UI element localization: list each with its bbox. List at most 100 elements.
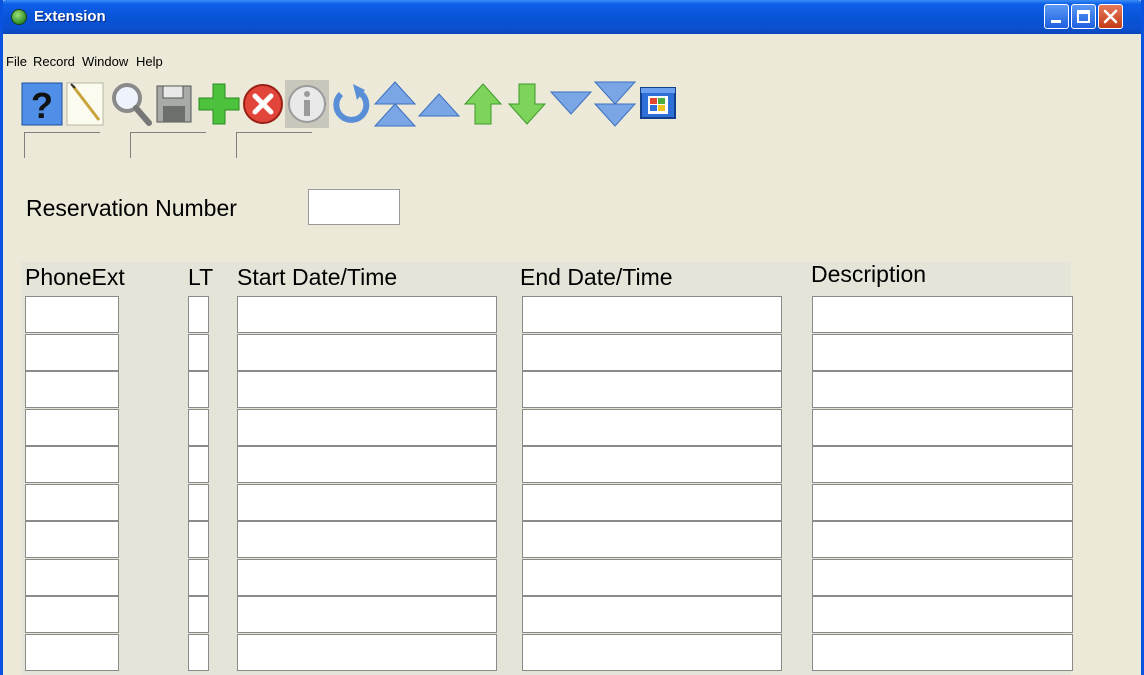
app-globe-icon	[11, 9, 27, 25]
start-datetime-cell[interactable]	[237, 296, 497, 333]
triangle-up-icon	[417, 93, 461, 117]
refresh-icon	[333, 84, 370, 123]
svg-text:?: ?	[31, 85, 53, 126]
phoneext-cell[interactable]	[25, 446, 119, 483]
description-cell[interactable]	[812, 409, 1073, 446]
save-button[interactable]	[153, 80, 197, 128]
first-record-button[interactable]	[373, 80, 417, 128]
help-icon: ?	[21, 82, 63, 126]
lt-cell[interactable]	[188, 446, 209, 483]
lt-cell[interactable]	[188, 296, 209, 333]
info-icon	[285, 80, 329, 128]
next-page-button[interactable]	[549, 80, 593, 128]
start-datetime-cell[interactable]	[237, 409, 497, 446]
end-datetime-cell[interactable]	[522, 371, 782, 408]
menu-help[interactable]: Help	[136, 54, 163, 69]
next-record-button[interactable]	[505, 80, 549, 128]
phoneext-cell[interactable]	[25, 484, 119, 521]
search-icon	[112, 83, 152, 126]
minimize-button[interactable]	[1044, 4, 1069, 29]
info-button[interactable]	[285, 80, 329, 128]
windows-icon	[640, 87, 676, 119]
menu-record[interactable]: Record	[33, 54, 75, 69]
column-header-end-datetime: End Date/Time	[520, 264, 673, 290]
add-button[interactable]	[197, 80, 241, 128]
menu-file[interactable]: File	[6, 54, 27, 69]
search-button[interactable]	[109, 80, 153, 128]
new-button[interactable]	[65, 80, 109, 128]
lt-cell[interactable]	[188, 484, 209, 521]
lt-cell[interactable]	[188, 559, 209, 596]
lt-cell[interactable]	[188, 409, 209, 446]
start-datetime-cell[interactable]	[237, 484, 497, 521]
start-datetime-cell[interactable]	[237, 559, 497, 596]
windows-button[interactable]	[637, 80, 677, 128]
refresh-button[interactable]	[329, 80, 373, 128]
end-datetime-cell[interactable]	[522, 596, 782, 633]
previous-page-button[interactable]	[417, 80, 461, 128]
last-record-button[interactable]	[593, 80, 637, 128]
arrow-down-icon	[507, 83, 547, 125]
plus-icon	[198, 83, 240, 125]
end-datetime-cell[interactable]	[522, 559, 782, 596]
column-header-description: Description	[811, 261, 927, 287]
start-datetime-cell[interactable]	[237, 371, 497, 408]
title-bar[interactable]: Extension	[3, 0, 1141, 34]
double-down-icon	[593, 81, 637, 127]
phoneext-cell[interactable]	[25, 334, 119, 371]
description-cell[interactable]	[812, 521, 1073, 558]
phoneext-cell[interactable]	[25, 596, 119, 633]
delete-icon	[243, 84, 283, 124]
description-cell[interactable]	[812, 296, 1073, 333]
new-document-icon	[66, 82, 104, 126]
menu-window[interactable]: Window	[82, 54, 128, 69]
end-datetime-cell[interactable]	[522, 521, 782, 558]
help-button[interactable]: ?	[21, 80, 65, 128]
arrow-up-icon	[463, 83, 503, 125]
double-up-icon	[373, 81, 417, 127]
previous-record-button[interactable]	[461, 80, 505, 128]
end-datetime-cell[interactable]	[522, 334, 782, 371]
status-panel-1	[24, 132, 100, 158]
minimize-icon	[1051, 20, 1061, 23]
lt-cell[interactable]	[188, 596, 209, 633]
delete-button[interactable]	[241, 80, 285, 128]
description-cell[interactable]	[812, 634, 1073, 671]
reservation-number-label: Reservation Number	[26, 195, 237, 221]
close-button[interactable]	[1098, 4, 1123, 29]
end-datetime-cell[interactable]	[522, 446, 782, 483]
menu-bar: File Record Window Help	[3, 34, 1141, 74]
end-datetime-cell[interactable]	[522, 634, 782, 671]
description-cell[interactable]	[812, 334, 1073, 371]
phoneext-cell[interactable]	[25, 409, 119, 446]
end-datetime-cell[interactable]	[522, 409, 782, 446]
start-datetime-cell[interactable]	[237, 521, 497, 558]
description-cell[interactable]	[812, 559, 1073, 596]
maximize-icon	[1077, 10, 1090, 23]
phoneext-cell[interactable]	[25, 634, 119, 671]
column-header-phoneext: PhoneExt	[25, 264, 125, 290]
end-datetime-cell[interactable]	[522, 484, 782, 521]
lt-cell[interactable]	[188, 521, 209, 558]
description-cell[interactable]	[812, 446, 1073, 483]
phoneext-cell[interactable]	[25, 559, 119, 596]
maximize-button[interactable]	[1071, 4, 1096, 29]
phoneext-cell[interactable]	[25, 371, 119, 408]
start-datetime-cell[interactable]	[237, 446, 497, 483]
lt-cell[interactable]	[188, 334, 209, 371]
start-datetime-cell[interactable]	[237, 334, 497, 371]
description-cell[interactable]	[812, 484, 1073, 521]
close-icon	[1103, 9, 1118, 24]
phoneext-cell[interactable]	[25, 521, 119, 558]
phoneext-cell[interactable]	[25, 296, 119, 333]
start-datetime-cell[interactable]	[237, 596, 497, 633]
reservation-number-input[interactable]	[308, 189, 400, 225]
end-datetime-cell[interactable]	[522, 296, 782, 333]
column-header-lt: LT	[188, 264, 214, 290]
description-cell[interactable]	[812, 596, 1073, 633]
lt-cell[interactable]	[188, 371, 209, 408]
start-datetime-cell[interactable]	[237, 634, 497, 671]
lt-cell[interactable]	[188, 634, 209, 671]
description-cell[interactable]	[812, 371, 1073, 408]
window-title: Extension	[34, 8, 106, 25]
